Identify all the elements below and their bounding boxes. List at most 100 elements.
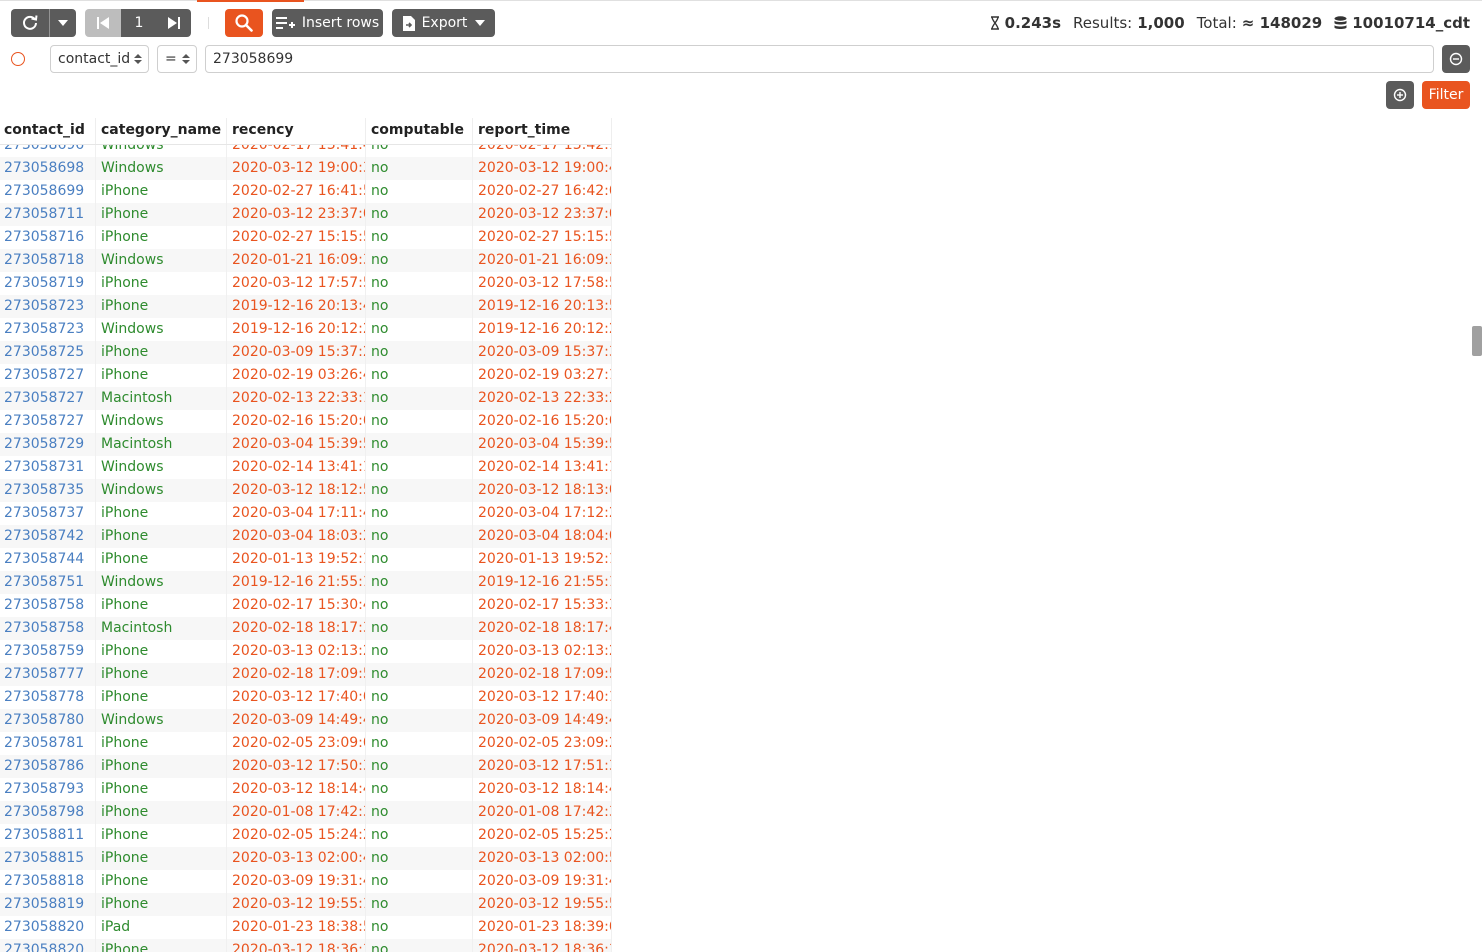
add-filter-button[interactable] [1386, 81, 1414, 109]
table-row[interactable]: 273058719 iPhone 2020-03-12 17:57:57 no 2020… [0, 272, 612, 295]
refresh-options-button[interactable] [49, 9, 76, 37]
cell-report-time[interactable]: 2019-12-16 20:13:56 [473, 295, 612, 318]
first-page-button[interactable] [85, 9, 121, 37]
cell-recency[interactable]: 2020-03-12 23:37:02 [227, 203, 366, 226]
cell-report-time[interactable]: 2020-03-12 19:00:45 [473, 157, 612, 180]
cell-recency[interactable]: 2020-03-12 18:12:59 [227, 479, 366, 502]
cell-recency[interactable]: 2020-03-04 15:39:56 [227, 433, 366, 456]
cell-report-time[interactable]: 2020-03-12 17:40:16 [473, 686, 612, 709]
cell-computable[interactable]: no [366, 226, 473, 249]
cell-recency[interactable]: 2020-02-14 13:41:15 [227, 456, 366, 479]
cell-report-time[interactable]: 2019-12-16 20:12:28 [473, 318, 612, 341]
cell-computable[interactable]: no [366, 824, 473, 847]
cell-recency[interactable]: 2020-02-16 15:20:03 [227, 410, 366, 433]
column-header[interactable]: report_time [473, 118, 612, 144]
table-row[interactable]: 273058731 Windows 2020-02-14 13:41:15 no 202… [0, 456, 612, 479]
filter-button[interactable]: Filter [1422, 81, 1470, 109]
cell-computable[interactable]: no [366, 916, 473, 939]
cell-recency[interactable]: 2020-03-12 19:55:16 [227, 893, 366, 916]
cell-category-name[interactable]: Windows [96, 709, 227, 732]
cell-recency[interactable]: 2020-02-27 15:15:51 [227, 226, 366, 249]
cell-recency[interactable]: 2020-03-09 19:31:45 [227, 870, 366, 893]
column-header[interactable]: recency [227, 118, 366, 144]
cell-category-name[interactable]: Windows [96, 410, 227, 433]
cell-computable[interactable]: no [366, 847, 473, 870]
cell-computable[interactable]: no [366, 433, 473, 456]
insert-rows-button[interactable]: Insert rows [272, 9, 383, 37]
cell-report-time[interactable]: 2020-03-12 18:14:43 [473, 778, 612, 801]
cell-recency[interactable]: 2020-03-04 18:03:24 [227, 525, 366, 548]
cell-category-name[interactable]: iPhone [96, 594, 227, 617]
cell-recency[interactable]: 2020-03-09 14:49:44 [227, 709, 366, 732]
cell-recency[interactable]: 2020-02-18 17:09:53 [227, 663, 366, 686]
column-header[interactable]: category_name [96, 118, 227, 144]
cell-contact-id[interactable]: 273058786 [0, 755, 96, 778]
cell-report-time[interactable]: 2020-02-05 23:09:29 [473, 732, 612, 755]
table-row[interactable]: 273058786 iPhone 2020-03-12 17:50:35 no 2020… [0, 755, 612, 778]
table-row[interactable]: 273058818 iPhone 2020-03-09 19:31:45 no 2020… [0, 870, 612, 893]
cell-contact-id[interactable]: 273058725 [0, 341, 96, 364]
cell-report-time[interactable]: 2020-02-14 13:41:16 [473, 456, 612, 479]
cell-computable[interactable]: no [366, 594, 473, 617]
table-row[interactable]: 273058742 iPhone 2020-03-04 18:03:24 no 2020… [0, 525, 612, 548]
cell-category-name[interactable]: Windows [96, 479, 227, 502]
cell-contact-id[interactable]: 273058729 [0, 433, 96, 456]
cell-computable[interactable]: no [366, 640, 473, 663]
cell-recency[interactable]: 2020-01-13 19:52:18 [227, 548, 366, 571]
cell-category-name[interactable]: iPhone [96, 801, 227, 824]
cell-category-name[interactable]: iPhone [96, 870, 227, 893]
cell-report-time[interactable]: 2020-02-18 17:09:53 [473, 663, 612, 686]
cell-report-time[interactable]: 2020-02-16 15:20:04 [473, 410, 612, 433]
cell-recency[interactable]: 2020-02-27 16:41:56 [227, 180, 366, 203]
cell-recency[interactable]: 2020-02-18 18:17:33 [227, 617, 366, 640]
cell-report-time[interactable]: 2020-02-27 16:42:08 [473, 180, 612, 203]
cell-contact-id[interactable]: 273058820 [0, 939, 96, 952]
cell-computable[interactable]: no [366, 870, 473, 893]
cell-computable[interactable]: no [366, 456, 473, 479]
cell-category-name[interactable]: iPhone [96, 272, 227, 295]
cell-category-name[interactable]: iPhone [96, 364, 227, 387]
cell-computable[interactable]: no [366, 709, 473, 732]
cell-report-time[interactable]: 2020-02-13 22:33:20 [473, 387, 612, 410]
cell-report-time[interactable]: 2020-03-12 19:55:51 [473, 893, 612, 916]
column-header[interactable]: computable [366, 118, 473, 144]
cell-contact-id[interactable]: 273058727 [0, 387, 96, 410]
search-button[interactable] [225, 9, 263, 37]
cell-recency[interactable]: 2020-03-04 17:11:45 [227, 502, 366, 525]
table-row[interactable]: 273058699 iPhone 2020-02-27 16:41:56 no 2020… [0, 180, 612, 203]
cell-contact-id[interactable]: 273058819 [0, 893, 96, 916]
cell-contact-id[interactable]: 273058699 [0, 180, 96, 203]
table-row[interactable]: 273058798 iPhone 2020-01-08 17:42:30 no 2020… [0, 801, 612, 824]
cell-contact-id[interactable]: 273058781 [0, 732, 96, 755]
cell-recency[interactable]: 2020-03-12 17:50:35 [227, 755, 366, 778]
cell-report-time[interactable]: 2020-03-04 18:04:06 [473, 525, 612, 548]
cell-category-name[interactable]: iPhone [96, 502, 227, 525]
column-header[interactable]: contact_id [0, 118, 96, 144]
cell-report-time[interactable]: 2020-01-08 17:42:36 [473, 801, 612, 824]
cell-recency[interactable]: 2020-03-12 18:14:40 [227, 778, 366, 801]
cell-contact-id[interactable]: 273058727 [0, 364, 96, 387]
cell-report-time[interactable]: 2020-03-09 15:37:37 [473, 341, 612, 364]
cell-report-time[interactable]: 2020-02-05 15:25:27 [473, 824, 612, 847]
cell-category-name[interactable]: iPhone [96, 548, 227, 571]
cell-computable[interactable]: no [366, 410, 473, 433]
cell-computable[interactable]: no [366, 893, 473, 916]
table-row[interactable]: 273058780 Windows 2020-03-09 14:49:44 no 202… [0, 709, 612, 732]
cell-computable[interactable]: no [366, 801, 473, 824]
cell-report-time[interactable]: 2020-03-13 02:13:22 [473, 640, 612, 663]
cell-contact-id[interactable]: 273058723 [0, 318, 96, 341]
cell-contact-id[interactable]: 273058777 [0, 663, 96, 686]
table-row[interactable]: 273058727 iPhone 2020-02-19 03:26:42 no 2020… [0, 364, 612, 387]
cell-category-name[interactable]: iPhone [96, 847, 227, 870]
cell-computable[interactable]: no [366, 364, 473, 387]
cell-contact-id[interactable]: 273058778 [0, 686, 96, 709]
table-row[interactable]: 273058751 Windows 2019-12-16 21:55:10 no 201… [0, 571, 612, 594]
cell-recency[interactable]: 2020-01-08 17:42:30 [227, 801, 366, 824]
cell-report-time[interactable]: 2020-03-04 15:39:58 [473, 433, 612, 456]
cell-computable[interactable]: no [366, 686, 473, 709]
cell-contact-id[interactable]: 273058798 [0, 801, 96, 824]
cell-computable[interactable]: no [366, 272, 473, 295]
cell-recency[interactable]: 2020-02-19 03:26:42 [227, 364, 366, 387]
filter-toggle-checkbox[interactable] [11, 52, 25, 66]
table-row[interactable]: 273058819 iPhone 2020-03-12 19:55:16 no 2020… [0, 893, 612, 916]
